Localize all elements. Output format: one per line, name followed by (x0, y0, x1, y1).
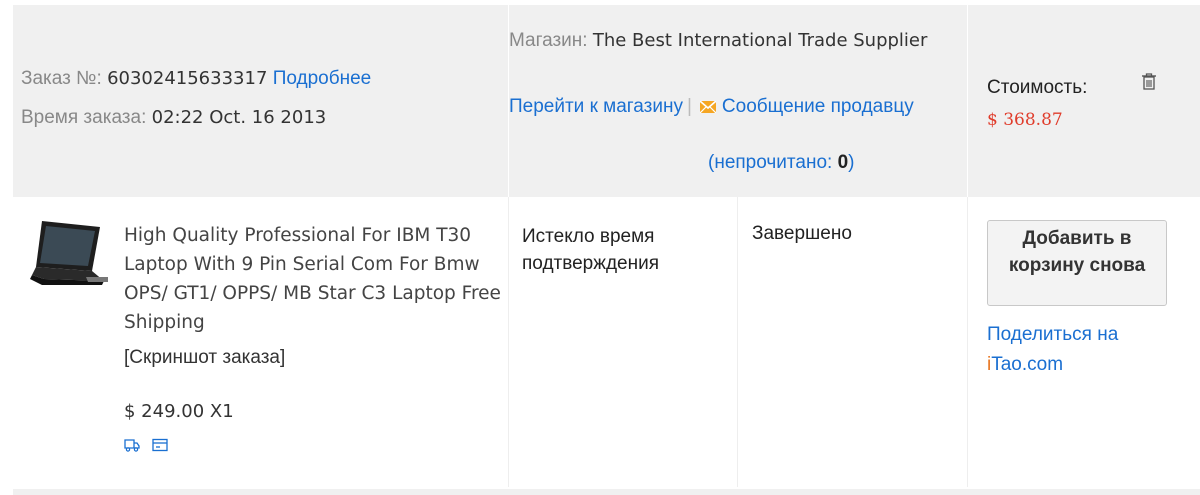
go-to-store-link[interactable]: Перейти к магазину (509, 96, 683, 117)
itao-logo-dot: .com (1021, 354, 1064, 375)
confirmation-status: Истекло время подтверждения (522, 226, 659, 274)
order-number-value: 60302415633317 (107, 68, 268, 89)
store-label: Магазин: (509, 30, 588, 51)
cost-label: Стоимость: (987, 77, 1088, 98)
cost-value: $ 368.87 (987, 110, 1063, 130)
order-screenshot-link[interactable]: [Скриншот заказа] (124, 347, 285, 369)
share-label: Поделиться на (987, 324, 1119, 345)
order-number: Заказ №: 60302415633317 Подробнее (21, 68, 371, 90)
order-time: Время заказа: 02:22 Oct. 16 2013 (21, 107, 326, 129)
envelope-icon (699, 101, 716, 113)
item-icons (124, 438, 176, 457)
order-item-row: High Quality Professional For IBM T30 La… (13, 197, 1200, 487)
trash-icon[interactable] (1141, 72, 1157, 90)
order-time-value: 02:22 Oct. 16 2013 (151, 107, 327, 128)
item-title-link[interactable]: High Quality Professional For IBM T30 La… (124, 221, 509, 337)
next-order-band (13, 489, 1200, 495)
order-details-link[interactable]: Подробнее (273, 68, 372, 89)
unread-messages[interactable]: (непрочитано: 0) (708, 152, 854, 174)
share-on-itao[interactable]: Поделиться на iTao.com (987, 320, 1118, 380)
store-info: Магазин: The Best International Trade Su… (509, 26, 939, 55)
store-name: The Best International Trade Supplier (592, 30, 928, 51)
card-icon[interactable] (152, 438, 169, 452)
unread-close: ) (848, 152, 855, 173)
add-to-cart-again-button[interactable]: Добавить в корзину снова (987, 220, 1167, 306)
link-separator: | (686, 96, 692, 117)
unread-label: (непрочитано: (708, 152, 838, 173)
order-card: Заказ №: 60302415633317 Подробнее Время … (0, 0, 1200, 495)
itao-logo-tao: Tao (991, 354, 1022, 375)
order-status: Завершено (752, 223, 852, 244)
store-links: Перейти к магазину | Сообщение продавцу (509, 92, 939, 121)
laptop-thumbnail[interactable] (28, 219, 112, 293)
message-seller-link[interactable]: Сообщение продавцу (722, 96, 914, 117)
unread-count: 0 (837, 152, 849, 173)
order-time-label: Время заказа: (21, 107, 147, 128)
order-number-label: Заказ №: (21, 68, 102, 89)
item-price-quantity: $ 249.00 X1 (124, 401, 234, 422)
delivery-icon[interactable] (124, 438, 140, 452)
